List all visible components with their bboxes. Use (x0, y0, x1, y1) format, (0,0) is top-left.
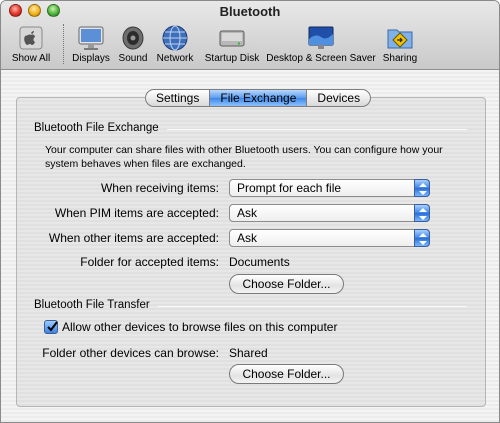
window-chrome: Bluetooth Show All Displays Sound Networ… (1, 1, 499, 70)
tab-bar: Settings File Exchange Devices (145, 89, 372, 107)
file-exchange-heading: Bluetooth File Exchange (34, 122, 159, 134)
title-bar[interactable]: Bluetooth (1, 1, 499, 21)
browse-folder-value: Shared (229, 346, 268, 360)
toolbar-startup-disk[interactable]: Startup Disk (201, 22, 263, 68)
preferences-window: Bluetooth Show All Displays Sound Networ… (0, 0, 500, 423)
desktop-screen-saver-icon (306, 24, 336, 52)
toolbar-label: Startup Disk (204, 53, 260, 64)
window-title: Bluetooth (219, 4, 281, 19)
toolbar-sharing[interactable]: Sharing (379, 22, 421, 68)
section-divider (167, 129, 467, 130)
startup-disk-icon (217, 24, 247, 52)
browse-folder-label: Folder other devices can browse: (42, 346, 219, 360)
tab-settings[interactable]: Settings (145, 89, 210, 107)
show-all-icon (16, 24, 46, 52)
pim-items-label: When PIM items are accepted: (54, 206, 219, 220)
section-divider (158, 306, 467, 307)
tab-devices[interactable]: Devices (306, 89, 372, 107)
popup-value: Ask (237, 231, 258, 245)
popup-value: Ask (237, 206, 258, 220)
receiving-items-label: When receiving items: (100, 181, 219, 195)
toolbar-show-all[interactable]: Show All (5, 22, 57, 68)
toolbar-label: Show All (11, 53, 51, 64)
checkmark-icon (47, 321, 58, 332)
file-exchange-description: Your computer can share files with other… (45, 144, 443, 170)
popup-value: Prompt for each file (237, 181, 342, 195)
choose-browse-folder-button[interactable]: Choose Folder... (229, 364, 344, 384)
tab-file-exchange[interactable]: File Exchange (209, 89, 307, 107)
choose-accepted-folder-button[interactable]: Choose Folder... (229, 274, 344, 294)
displays-icon (76, 24, 106, 52)
popup-arrows-icon (414, 179, 430, 197)
other-items-label: When other items are accepted: (48, 231, 219, 245)
accepted-folder-label: Folder for accepted items: (80, 255, 219, 269)
toolbar-label: Sharing (382, 53, 418, 64)
sharing-icon (385, 24, 415, 52)
popup-arrows-icon (414, 229, 430, 247)
other-items-popup[interactable]: Ask (229, 229, 430, 247)
toolbar-label: Sound (118, 53, 148, 64)
pim-items-popup[interactable]: Ask (229, 204, 430, 222)
network-icon (160, 24, 190, 52)
toolbar-label: Network (156, 53, 194, 64)
sound-icon (118, 24, 148, 52)
toolbar-label: Displays (72, 53, 110, 64)
popup-arrows-icon (414, 204, 430, 222)
allow-browse-label[interactable]: Allow other devices to browse files on t… (62, 320, 337, 334)
allow-browse-checkbox[interactable] (44, 320, 58, 334)
toolbar-separator (63, 24, 64, 64)
toolbar: Show All Displays Sound Network Startup … (1, 22, 499, 68)
toolbar-label: Desktop & Screen Saver (266, 53, 376, 64)
toolbar-displays[interactable]: Displays (69, 22, 113, 68)
toolbar-sound[interactable]: Sound (115, 22, 151, 68)
accepted-folder-value: Documents (229, 255, 290, 269)
receiving-items-popup[interactable]: Prompt for each file (229, 179, 430, 197)
toolbar-network[interactable]: Network (153, 22, 197, 68)
toolbar-desktop-screen-saver[interactable]: Desktop & Screen Saver (265, 22, 377, 68)
file-transfer-heading: Bluetooth File Transfer (34, 299, 150, 311)
